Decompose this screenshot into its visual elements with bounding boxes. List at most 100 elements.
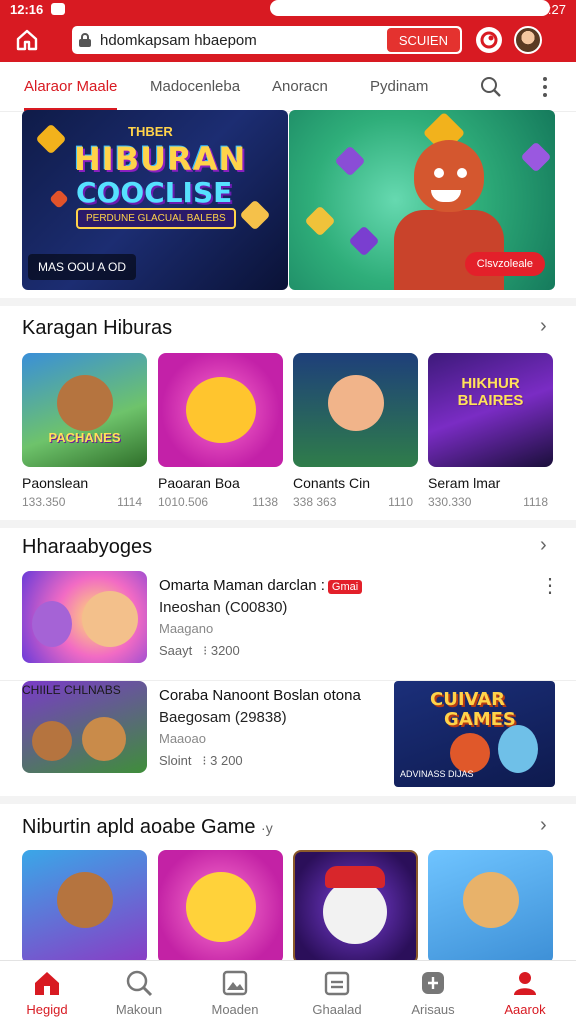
game-thumbnail: [158, 850, 283, 964]
chevron-right-icon[interactable]: ›: [540, 814, 547, 837]
tab-anoracn[interactable]: Anoracn: [272, 78, 328, 95]
app-bar: hdomkapsam hbaepom SCUIEN: [0, 18, 576, 62]
banner-title-line2: COOCLISE: [76, 176, 233, 209]
game-thumbnail: [22, 571, 147, 663]
banner-ribbon: PERDUNE GLACUAL BALEBS: [76, 208, 236, 229]
search-bar[interactable]: hdomkapsam hbaepom SCUIEN: [72, 26, 462, 54]
game-card[interactable]: Paoaran Boa 1010.506 1138: [158, 353, 283, 509]
list-stats: Sloint ⁝ 3 200: [159, 753, 243, 768]
hero-banner-right[interactable]: Clsvzoleale: [289, 110, 555, 290]
tab-bar: Alaraor Maale Madocenleba Anoracn Pydina…: [0, 62, 576, 112]
character-art: [186, 872, 256, 942]
game-card[interactable]: PACHANES Paonslean 133.350 1114: [22, 353, 147, 509]
banner-small-text: THBER: [128, 124, 173, 139]
game-name: Seram lmar: [428, 475, 501, 491]
tab-madocenleba[interactable]: Madocenleba: [150, 78, 240, 95]
list-category: Maagano: [159, 621, 214, 636]
nav-home[interactable]: Hegigd: [2, 969, 92, 1017]
search-button[interactable]: SCUIEN: [386, 28, 460, 52]
game-thumbnail: [293, 353, 418, 467]
lock-icon: [79, 33, 91, 47]
character-art: [57, 872, 113, 928]
character-art: [82, 591, 138, 647]
thumbnail-label: CHIILE CHLNABS: [22, 683, 121, 697]
hero-banner-left[interactable]: THBER HIBURAN COOCLISE PERDUNE GLACUAL B…: [22, 110, 288, 290]
list-item[interactable]: CHIILE CHLNABS Coraba Nanoont Boslan oto…: [0, 680, 576, 788]
character-art: [57, 375, 113, 431]
search-input[interactable]: hdomkapsam hbaepom: [100, 32, 387, 49]
chevron-right-icon[interactable]: ›: [540, 534, 547, 557]
thumbnail-label: HIKHUR BLAIRES: [457, 375, 524, 409]
gem-icon: [348, 225, 380, 257]
home-button[interactable]: [12, 25, 42, 55]
status-pill: [270, 0, 550, 16]
more-vertical-icon[interactable]: [540, 76, 550, 98]
game-count: 330.330: [428, 495, 472, 509]
game-rating: 1118: [523, 495, 548, 509]
game-card[interactable]: HIKHUR BLAIRES Seram lmar 330.330 1118: [428, 353, 553, 509]
nav-label: Aaarok: [504, 1002, 546, 1017]
list-title: Omarta Maman darclan : Gmai: [159, 577, 363, 594]
status-time: 12:16: [10, 1, 44, 17]
thumbnail-label: PACHANES: [48, 430, 121, 445]
avatar[interactable]: [514, 26, 542, 54]
character-art: [32, 721, 72, 761]
character-art: [328, 375, 384, 431]
nav-label: Arisaus: [411, 1002, 455, 1017]
nav-calendar[interactable]: Ghaalad: [292, 969, 382, 1017]
character-art: [82, 717, 126, 761]
more-vertical-icon[interactable]: ⋮: [540, 576, 560, 596]
search-icon[interactable]: [480, 76, 502, 98]
swirl-icon: [480, 31, 498, 49]
tab-alaraor-maale[interactable]: Alaraor Maale: [24, 78, 118, 111]
game-thumbnail: PACHANES: [22, 353, 147, 467]
game-count: 338 363: [293, 495, 337, 509]
nav-label: Makoun: [115, 1002, 163, 1017]
game-thumbnail: [158, 353, 283, 467]
nav-search[interactable]: Makoun: [94, 969, 184, 1017]
banner-chip[interactable]: MAS OOU A OD: [28, 254, 137, 280]
game-count: 1010.506: [158, 495, 209, 509]
home-icon: [32, 969, 62, 997]
ad-banner[interactable]: CUIVAR GAMES ADVINASS DIJAS: [394, 681, 555, 787]
chevron-right-icon[interactable]: ›: [540, 315, 547, 338]
nav-gallery[interactable]: Moaden: [190, 969, 280, 1017]
game-thumbnail: [428, 850, 553, 964]
section-title: Niburtin apld aoabe Game ·y: [22, 816, 273, 838]
game-card[interactable]: Conants Cin 338 363 1110: [293, 353, 418, 509]
character-art: [32, 601, 72, 647]
nav-profile[interactable]: Aaarok: [480, 969, 570, 1017]
game-card[interactable]: [158, 850, 283, 964]
calendar-icon: [322, 969, 352, 997]
character-art: [450, 733, 490, 773]
game-thumbnail: [22, 850, 147, 964]
search-icon: [124, 969, 154, 997]
gem-icon: [334, 145, 366, 177]
game-thumbnail: HIKHUR BLAIRES: [428, 353, 553, 467]
plugin-icon: [418, 969, 448, 997]
banner-cta-button[interactable]: Clsvzoleale: [464, 252, 545, 276]
nav-plugins[interactable]: Arisaus: [388, 969, 478, 1017]
game-thumbnail: [293, 850, 418, 964]
banner-title-line1: HIBURAN: [74, 140, 247, 178]
game-card[interactable]: [293, 850, 418, 964]
game-name: Paoaran Boa: [158, 475, 240, 491]
ad-subtitle: ADVINASS DIJAS: [400, 769, 474, 779]
home-icon: [16, 29, 38, 51]
gem-icon: [239, 199, 271, 231]
gem-icon: [35, 123, 67, 155]
game-card[interactable]: [22, 850, 147, 964]
game-thumbnail: CHIILE CHLNABS: [22, 681, 147, 773]
divider: [0, 298, 576, 306]
list-subtitle: Baegosam (29838): [159, 709, 287, 726]
nav-label: Hegigd: [26, 1002, 68, 1017]
tab-pydinam[interactable]: Pydinam: [370, 78, 428, 95]
notification-icon: [51, 3, 66, 15]
status-bar: 12:16 12:27: [0, 0, 576, 18]
nav-label: Moaden: [211, 1002, 259, 1017]
list-item[interactable]: Omarta Maman darclan : Gmai Ineoshan (C00…: [0, 571, 576, 679]
game-card[interactable]: [428, 850, 553, 964]
character-art: [186, 377, 256, 443]
game-rating: 1138: [252, 495, 278, 509]
brand-button[interactable]: [476, 27, 502, 53]
